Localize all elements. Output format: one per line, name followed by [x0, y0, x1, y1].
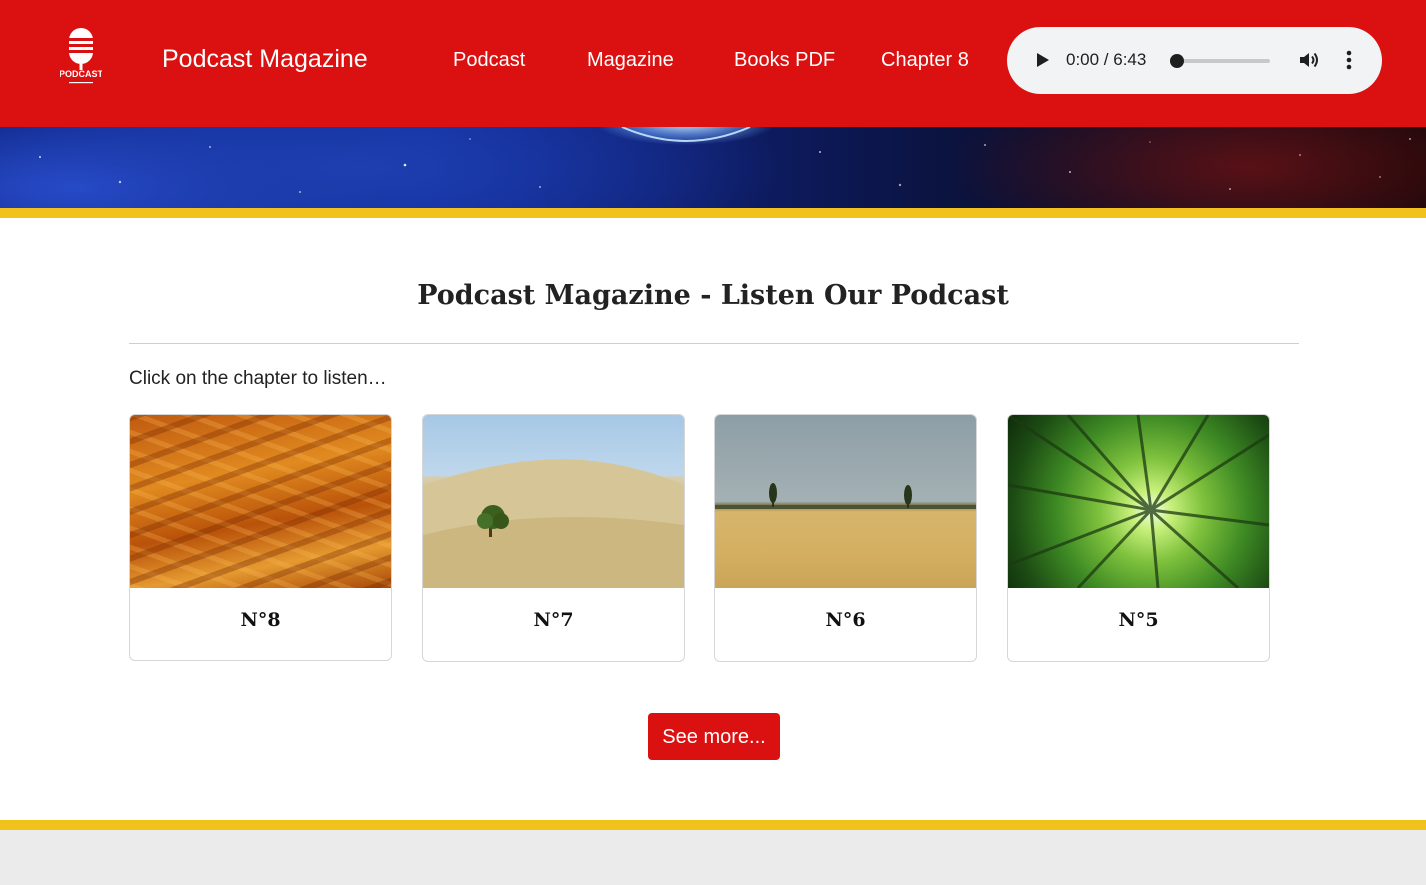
nav-link-books-pdf[interactable]: Books PDF [734, 48, 835, 72]
chapter-image-hillside-tree[interactable] [423, 415, 684, 588]
microphone-icon: PODCAST [59, 28, 103, 84]
audio-player: 0:00 / 6:43 [1007, 27, 1382, 94]
play-button[interactable] [1029, 47, 1055, 73]
nav-link-podcast[interactable]: Podcast [453, 48, 525, 72]
hero-banner [0, 127, 1426, 208]
page-title: Podcast Magazine - Listen Our Podcast [417, 280, 1009, 311]
chapter-image-desert-dunes[interactable] [130, 415, 391, 588]
chapter-card-8[interactable]: N°8 [129, 414, 392, 661]
field-scene [715, 483, 976, 509]
brand-title[interactable]: Podcast Magazine [162, 44, 368, 74]
chapter-label[interactable]: N°5 [1008, 608, 1269, 632]
page-footer [0, 830, 1426, 885]
chapter-image-cypress-field[interactable] [715, 415, 976, 588]
chapter-card-5[interactable]: N°5 [1007, 414, 1270, 662]
seek-slider[interactable] [1170, 54, 1270, 68]
seek-track [1170, 59, 1270, 63]
chapter-label[interactable]: N°6 [715, 608, 976, 632]
title-divider [129, 343, 1299, 344]
seek-thumb[interactable] [1170, 54, 1184, 68]
play-icon [1037, 53, 1049, 67]
chapter-label[interactable]: N°7 [423, 608, 684, 632]
chapter-card-7[interactable]: N°7 [422, 414, 685, 662]
nav-link-chapter-8[interactable]: Chapter 8 [881, 48, 969, 72]
accent-stripe-bottom [0, 820, 1426, 830]
volume-button[interactable] [1297, 48, 1321, 72]
instruction-text: Click on the chapter to listen… [129, 368, 387, 389]
site-header: PODCAST Podcast Magazine Podcast Magazin… [0, 0, 1426, 127]
forest-scene [1008, 415, 1269, 590]
time-display: 0:00 / 6:43 [1066, 50, 1147, 69]
more-vertical-icon [1346, 50, 1352, 70]
chapter-card-6[interactable]: N°6 [714, 414, 977, 662]
see-more-button[interactable]: See more... [648, 713, 780, 760]
logo-text: PODCAST [60, 69, 102, 79]
volume-icon [1300, 52, 1318, 68]
chapter-label[interactable]: N°8 [130, 608, 391, 632]
hillside-scene [423, 459, 684, 588]
accent-stripe-top [0, 208, 1426, 218]
chapter-image-forest-canopy[interactable] [1008, 415, 1269, 590]
player-menu-button[interactable] [1339, 48, 1359, 72]
starfield [39, 127, 1411, 193]
nav-link-magazine[interactable]: Magazine [587, 48, 674, 72]
podcast-logo[interactable]: PODCAST [59, 28, 103, 88]
